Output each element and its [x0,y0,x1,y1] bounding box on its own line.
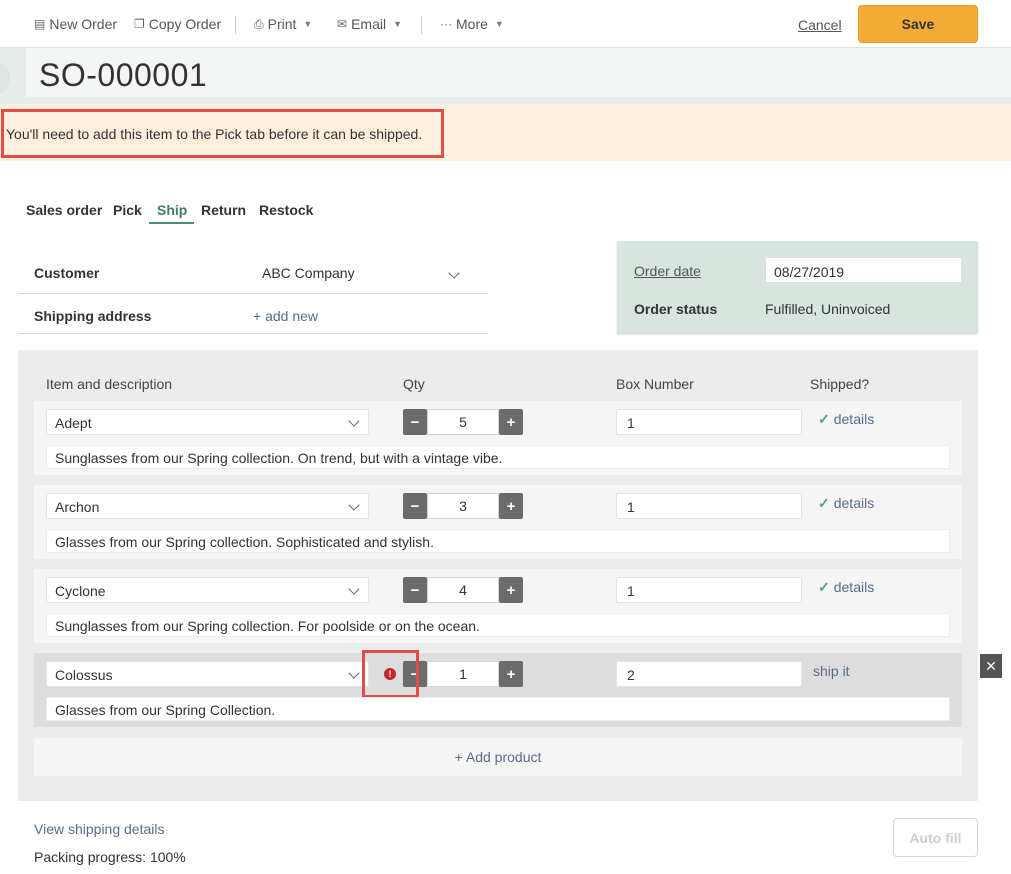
increase-qty-button[interactable]: + [499,493,523,519]
item-select-value: Archon [55,499,100,515]
chevron-down-icon [348,667,360,679]
save-button[interactable]: Save [858,5,978,43]
check-icon: ✓ [818,411,830,427]
qty-input[interactable]: 3 [427,493,499,519]
quantity-stepper: − 4 + [403,577,523,603]
divider [18,293,488,294]
email-label: Email [351,16,387,32]
chevron-down-icon [348,499,360,511]
more-menu-button[interactable]: ··· More ▼ [440,16,504,32]
tab-sales-order[interactable]: Sales order [26,202,102,218]
view-shipping-details-link[interactable]: View shipping details [34,821,165,837]
customer-select[interactable]: ABC Company [262,265,355,281]
more-label: More [456,16,488,32]
column-header-box: Box Number [616,376,694,392]
item-select-value: Colossus [55,667,113,683]
decrease-qty-button[interactable]: − [403,577,427,603]
box-number-input[interactable]: 2 [616,661,802,687]
chevron-down-icon: ▼ [303,19,313,29]
box-number-input[interactable]: 1 [616,409,802,435]
auto-fill-button[interactable]: Auto fill [893,818,978,857]
item-description[interactable]: Sunglasses from our Spring collection. O… [46,445,950,469]
copy-icon: ❐ [134,17,145,31]
decrease-qty-button[interactable]: − [403,493,427,519]
print-menu-button[interactable]: ⎙ Print ▼ [254,16,312,32]
item-select-value: Cyclone [55,583,106,599]
add-shipping-address-link[interactable]: + add new [253,308,318,324]
shipped-details-label: details [833,411,875,427]
chevron-down-icon [448,267,460,279]
shipped-details-link[interactable]: ✓ details [818,579,874,596]
printer-icon: ⎙ [254,16,264,31]
email-menu-button[interactable]: ✉ Email ▼ [337,16,402,32]
chevron-down-icon: ▼ [494,19,504,29]
envelope-icon: ✉ [337,17,348,31]
toolbar-divider [421,16,422,34]
item-select[interactable]: Cyclone [46,577,369,603]
item-select-value: Adept [55,415,92,431]
item-select[interactable]: Adept [46,409,369,435]
box-number-input[interactable]: 1 [616,493,802,519]
new-order-label: New Order [49,16,118,32]
item-select[interactable]: Colossus [46,661,369,687]
item-description[interactable]: Sunglasses from our Spring collection. F… [46,613,950,637]
order-date-input[interactable]: 08/27/2019 [765,257,962,283]
shipped-details-link[interactable]: ✓ details [818,495,874,512]
column-header-shipped: Shipped? [810,376,870,392]
divider [18,333,488,334]
shipped-details-label: details [833,495,875,511]
quantity-stepper: − 3 + [403,493,523,519]
copy-order-button[interactable]: ❐ Copy Order [134,16,221,32]
item-select[interactable]: Archon [46,493,369,519]
tab-restock[interactable]: Restock [259,202,313,218]
new-order-button[interactable]: ▤ New Order [34,16,117,32]
tab-pick[interactable]: Pick [113,202,142,218]
toolbar: ▤ New Order ❐ Copy Order ⎙ Print ▼ ✉ Ema… [0,0,1011,48]
shipped-details-link[interactable]: ✓ details [818,411,874,428]
customer-dropdown-toggle[interactable] [440,262,466,288]
page-title: SO-000001 [39,57,208,93]
increase-qty-button[interactable]: + [499,661,523,687]
order-date-label[interactable]: Order date [634,263,701,279]
chevron-down-icon [348,583,360,595]
order-status-label: Order status [634,301,718,317]
active-tab-indicator [149,222,194,224]
qty-input[interactable]: 4 [427,577,499,603]
toolbar-divider [235,16,236,34]
decrease-qty-button[interactable]: − [403,409,427,435]
copy-order-label: Copy Order [148,16,222,32]
check-icon: ✓ [818,495,830,511]
customer-label: Customer [34,265,100,281]
add-product-button[interactable]: + Add product [34,738,962,776]
qty-input[interactable]: 1 [427,661,499,687]
tab-return[interactable]: Return [201,202,246,218]
print-label: Print [267,16,297,32]
increase-qty-button[interactable]: + [499,577,523,603]
column-header-item: Item and description [46,376,173,392]
ellipsis-icon: ··· [440,17,452,31]
increase-qty-button[interactable]: + [499,409,523,435]
box-number-input[interactable]: 1 [616,577,802,603]
order-status-value: Fulfilled, Uninvoiced [765,301,891,317]
order-info-panel [617,241,978,334]
shipping-address-label: Shipping address [34,308,152,324]
quantity-stepper: − 5 + [403,409,523,435]
cancel-link[interactable]: Cancel [798,17,842,33]
tab-ship[interactable]: Ship [157,202,187,218]
packing-progress-text: Packing progress: 100% [34,849,186,865]
chevron-down-icon: ▼ [393,19,402,29]
remove-row-close-icon[interactable]: ✕ [980,654,1002,678]
error-highlight-box [362,650,419,698]
shipped-details-label: details [833,579,875,595]
warning-text: You'll need to add this item to the Pick… [6,126,423,142]
qty-input[interactable]: 5 [427,409,499,435]
document-icon: ▤ [34,17,46,31]
item-description[interactable]: Glasses from our Spring Collection. [46,697,950,721]
column-header-qty: Qty [403,376,425,392]
check-icon: ✓ [818,579,830,595]
quantity-stepper: − 1 + [403,661,523,687]
ship-it-link[interactable]: ship it [813,663,850,679]
item-description[interactable]: Glasses from our Spring collection. Soph… [46,529,950,553]
chevron-down-icon [348,415,360,427]
